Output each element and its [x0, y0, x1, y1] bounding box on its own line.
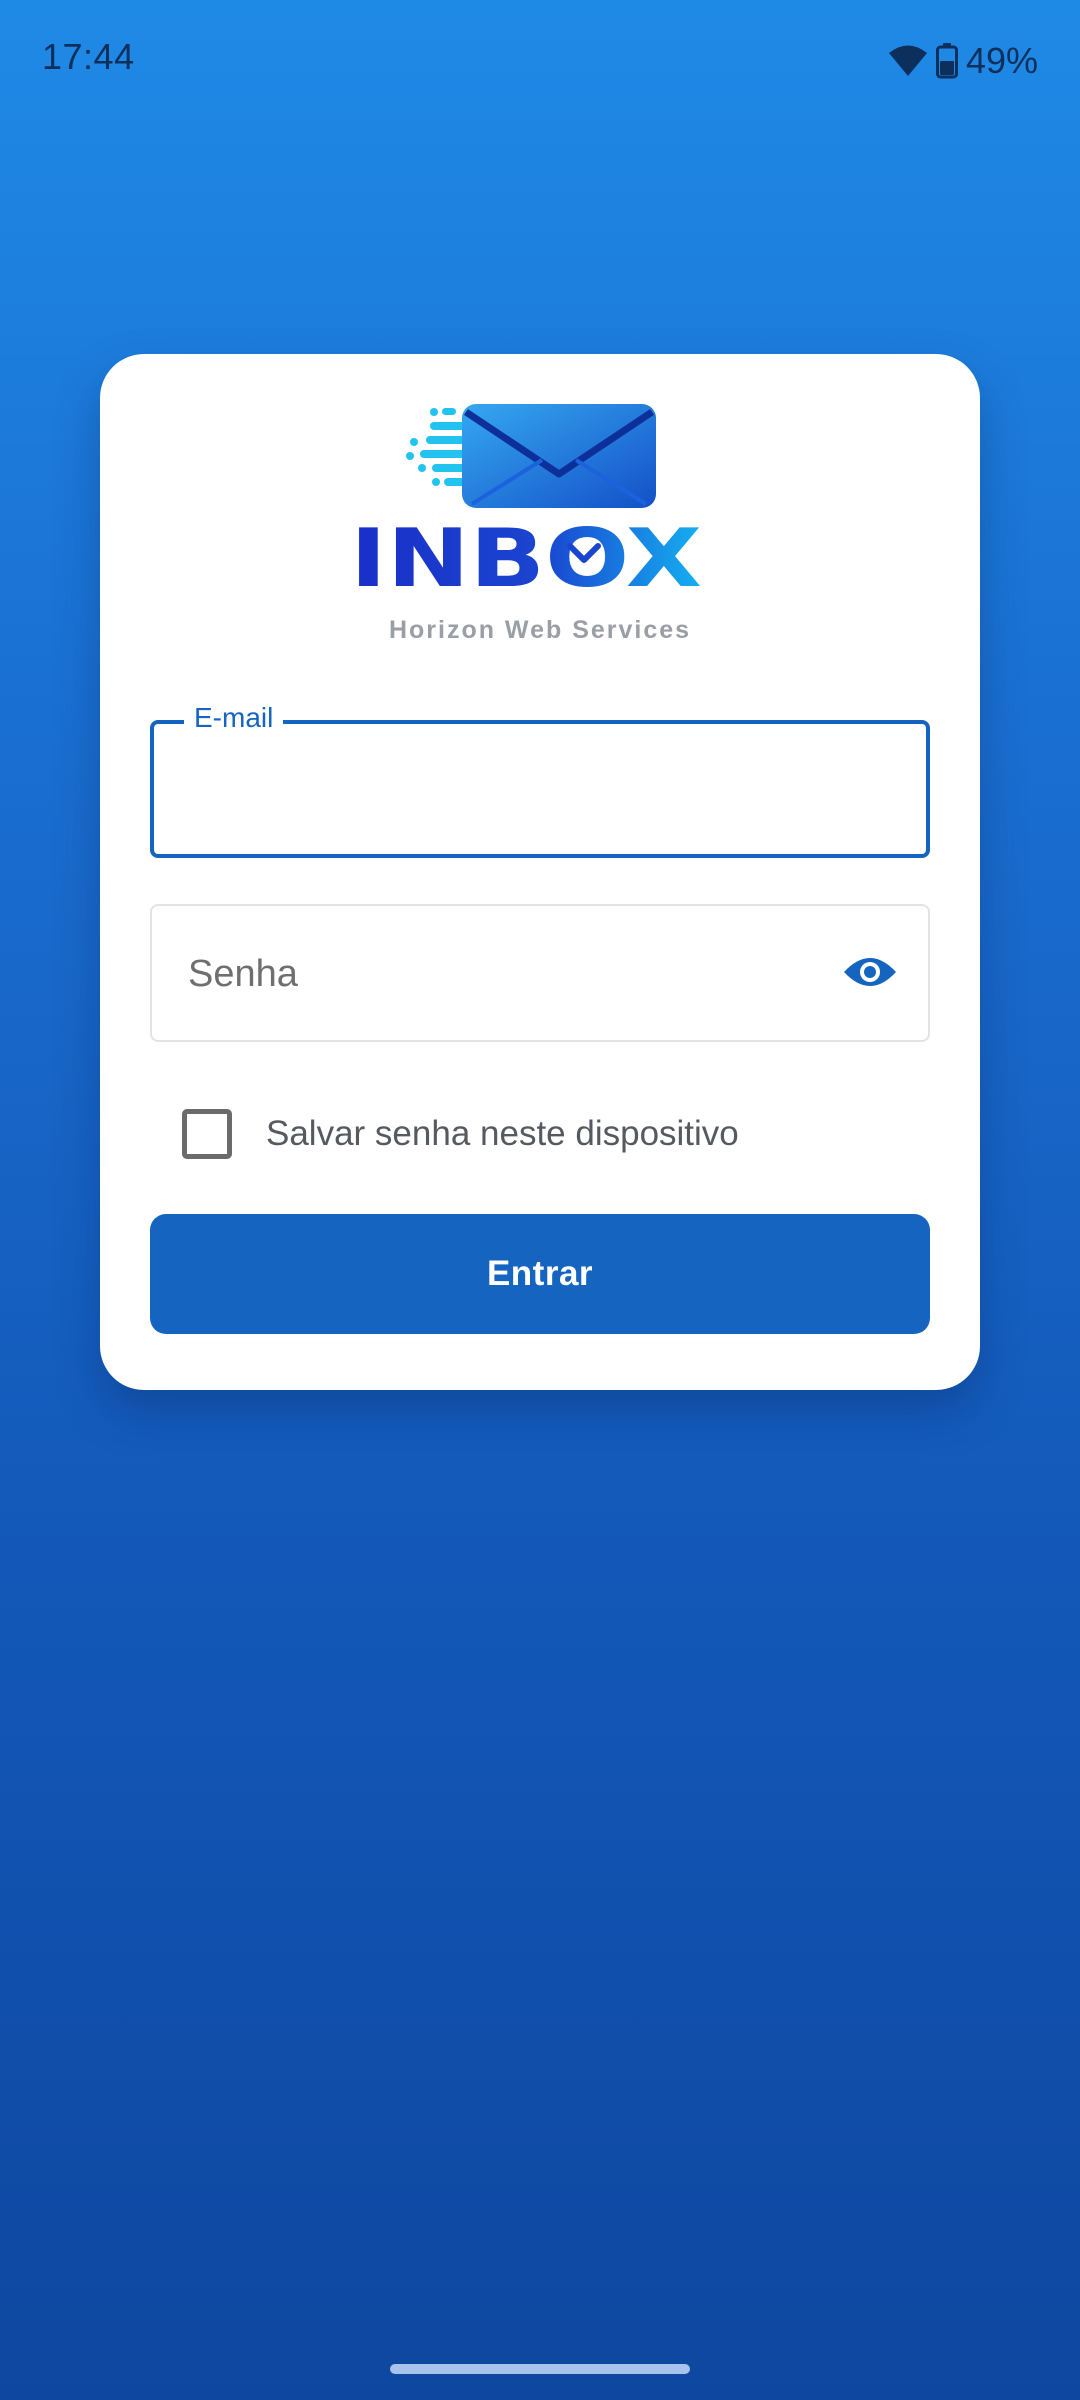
password-field[interactable]	[150, 904, 930, 1042]
home-indicator[interactable]	[390, 2364, 690, 2374]
email-field[interactable]: E-mail	[150, 702, 930, 858]
logo-subtitle: Horizon Web Services	[388, 616, 692, 644]
eye-icon[interactable]	[842, 952, 898, 992]
battery-icon	[935, 43, 958, 79]
email-label: E-mail	[184, 702, 284, 734]
svg-text:INBOX: INBOX	[352, 512, 702, 594]
battery-percent: 49%	[965, 40, 1038, 81]
status-time: 17:44	[42, 36, 135, 77]
wifi-icon	[888, 45, 927, 76]
remember-label[interactable]: Salvar senha neste dispositivo	[266, 1114, 739, 1154]
remember-checkbox[interactable]	[182, 1109, 232, 1159]
email-input[interactable]	[188, 760, 888, 816]
login-button[interactable]: Entrar	[150, 1214, 930, 1334]
status-icons: 49%	[888, 36, 1038, 86]
remember-password-row[interactable]: Salvar senha neste dispositivo	[182, 1104, 739, 1164]
password-input[interactable]	[188, 946, 808, 1002]
inbox-logo: INBOX	[352, 404, 702, 594]
login-card: INBOX Horizon Web Services E-mail Salvar…	[100, 354, 980, 1390]
status-bar: 17:44 49%	[0, 0, 1080, 120]
